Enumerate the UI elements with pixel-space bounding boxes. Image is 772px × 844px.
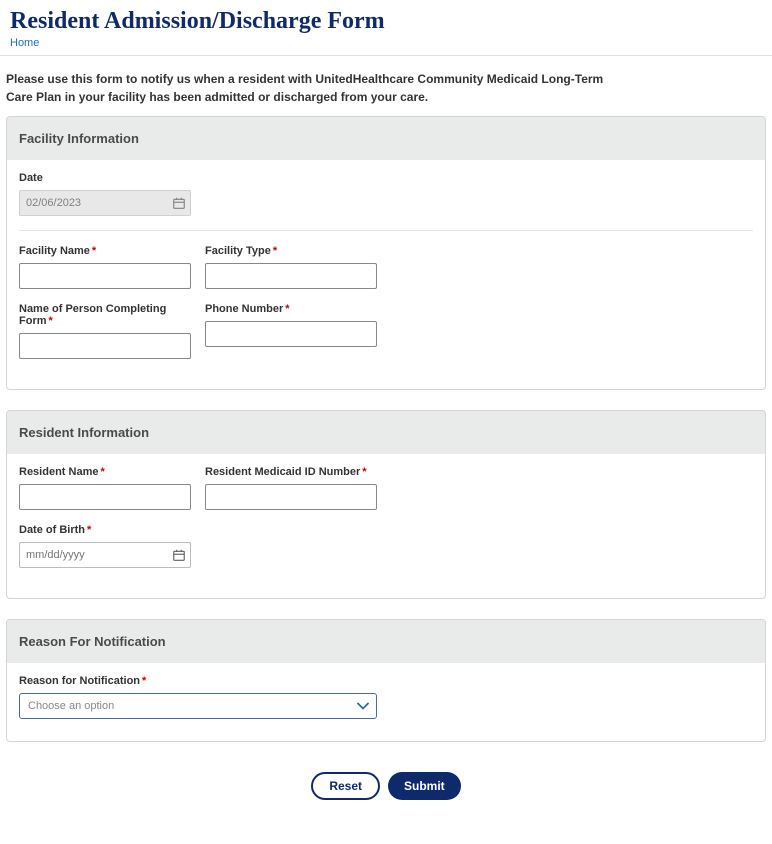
section-body-resident: Resident Name* Resident Medicaid ID Numb… bbox=[7, 454, 765, 598]
reset-button[interactable]: Reset bbox=[311, 772, 380, 800]
label-reason: Reason for Notification* bbox=[19, 675, 753, 687]
page-content: Please use this form to notify us when a… bbox=[0, 56, 772, 820]
submit-button[interactable]: Submit bbox=[388, 772, 461, 800]
medicaid-id-input[interactable] bbox=[205, 484, 377, 510]
label-phone: Phone Number* bbox=[205, 303, 377, 315]
label-dob: Date of Birth* bbox=[19, 524, 191, 536]
section-body-facility: Date Facility Name* Facility Type* bbox=[7, 160, 765, 389]
section-reason: Reason For Notification Reason for Notif… bbox=[6, 619, 766, 742]
label-person-name: Name of Person Completing Form* bbox=[19, 303, 191, 327]
label-medicaid-id: Resident Medicaid ID Number* bbox=[205, 466, 377, 478]
section-header-reason: Reason For Notification bbox=[7, 620, 765, 663]
button-row: Reset Submit bbox=[6, 762, 766, 820]
label-facility-name: Facility Name* bbox=[19, 245, 191, 257]
dob-input[interactable] bbox=[19, 542, 191, 568]
section-header-facility: Facility Information bbox=[7, 117, 765, 160]
intro-text: Please use this form to notify us when a… bbox=[6, 70, 626, 106]
facility-type-input[interactable] bbox=[205, 263, 377, 289]
person-name-input[interactable] bbox=[19, 333, 191, 359]
page-header: Resident Admission/Discharge Form Home bbox=[0, 0, 772, 56]
section-resident: Resident Information Resident Name* Resi… bbox=[6, 410, 766, 599]
reason-select[interactable]: Choose an option bbox=[19, 693, 377, 719]
section-header-resident: Resident Information bbox=[7, 411, 765, 454]
breadcrumb-home[interactable]: Home bbox=[10, 37, 762, 49]
resident-name-input[interactable] bbox=[19, 484, 191, 510]
label-resident-name: Resident Name* bbox=[19, 466, 191, 478]
label-date: Date bbox=[19, 172, 191, 184]
section-body-reason: Reason for Notification* Choose an optio… bbox=[7, 663, 765, 741]
phone-input[interactable] bbox=[205, 321, 377, 347]
section-facility: Facility Information Date Facility Name* bbox=[6, 116, 766, 390]
page-title: Resident Admission/Discharge Form bbox=[10, 8, 762, 35]
date-field bbox=[19, 190, 191, 216]
reason-select-placeholder: Choose an option bbox=[28, 700, 114, 712]
label-facility-type: Facility Type* bbox=[205, 245, 377, 257]
facility-name-input[interactable] bbox=[19, 263, 191, 289]
